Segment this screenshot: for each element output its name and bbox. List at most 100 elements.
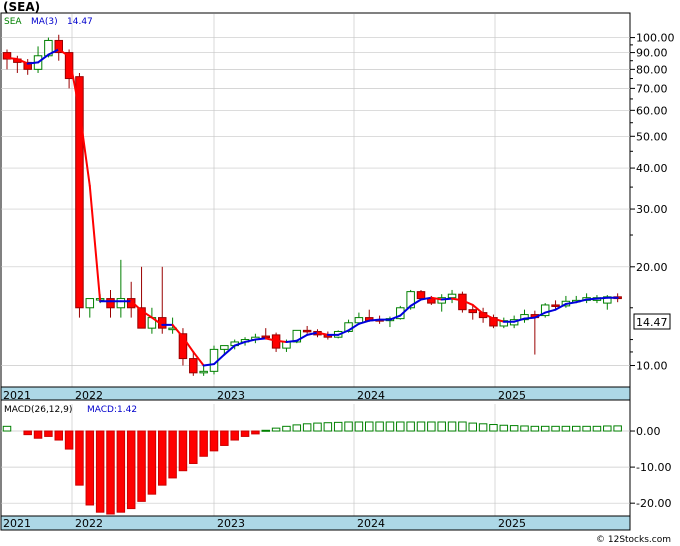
candle-body [468, 309, 477, 314]
macd-bar [158, 430, 167, 486]
macd-bar [178, 430, 188, 472]
candle-body [220, 345, 229, 350]
legend-ma: MA(3) [31, 17, 58, 27]
ma-segment [285, 339, 298, 343]
macd-bar [375, 421, 384, 432]
last-price-label: 14.47 [636, 316, 668, 329]
price-panel: 100.00 90.00 80.00 70.00 60.00 50.00 40.00 30.0… [0, 12, 675, 403]
candle-body [189, 358, 198, 374]
macd-bar [95, 430, 105, 513]
ma-segment [275, 339, 288, 343]
ma-segment [26, 61, 40, 65]
price-tick-label: 40.00 [636, 162, 668, 175]
macd-bar [199, 430, 208, 457]
macd-bar [458, 421, 467, 432]
macd-bar [54, 430, 63, 441]
candle-body [85, 298, 95, 309]
macd-bar [251, 430, 260, 435]
macd-bar [220, 430, 229, 446]
macd-bar [209, 430, 219, 452]
year-label: 2024 [357, 517, 385, 530]
macd-bar [313, 422, 322, 432]
price-tick-label: 50.00 [636, 130, 668, 143]
legend-symbol: SEA [4, 17, 22, 27]
macd-bar [592, 425, 602, 432]
price-tick-label: 30.00 [636, 203, 668, 216]
candle-body [261, 335, 270, 339]
legend-ma-value: 14.47 [67, 17, 93, 27]
macd-bar [344, 421, 353, 432]
macd-bar [603, 425, 612, 432]
macd-bar [509, 425, 519, 432]
ma-segment [595, 296, 609, 300]
macd-bar [365, 421, 374, 432]
year-label: 2021 [3, 517, 31, 530]
macd-panel: 0.00 -10.00 -20.00 2021 2022 2023 2024 2025 MA… [0, 399, 671, 531]
macd-bar [333, 421, 343, 432]
macd-bar [437, 421, 446, 432]
macd-bar [261, 429, 270, 432]
macd-bar [613, 425, 622, 432]
candle-body [302, 329, 312, 333]
macd-tick-label: 0.00 [636, 425, 661, 438]
price-tick-label: 60.00 [636, 104, 668, 117]
ma-segment [440, 297, 454, 301]
macd-bar [147, 430, 157, 495]
macd-bar [75, 430, 84, 486]
macd-bar [189, 430, 198, 464]
macd-bar [447, 421, 457, 432]
macd-bar [416, 421, 426, 432]
macd-bar [323, 422, 333, 432]
price-panel-frame [0, 12, 631, 403]
candle-body [427, 298, 436, 304]
macd-bar [406, 421, 415, 432]
macd-bar [240, 430, 250, 437]
candle-body [199, 370, 208, 374]
ma-segment [585, 297, 598, 301]
year-label: 2025 [498, 517, 526, 530]
macd-bar [168, 430, 177, 479]
candle-body [447, 293, 457, 299]
macd-bar [106, 430, 115, 515]
price-tick-label: 100.00 [636, 32, 675, 45]
year-label: 2022 [75, 517, 103, 530]
macd-panel-frame [0, 399, 631, 531]
macd-bar [230, 430, 239, 441]
macd-bar [302, 423, 312, 432]
macd-bar [499, 424, 509, 432]
macd-bar [271, 427, 281, 432]
ma-segment [202, 363, 215, 367]
credit-label: © 12Stocks.com [596, 535, 671, 545]
price-tick-label: 10.00 [636, 360, 668, 373]
macd-bar [489, 424, 498, 432]
ma-segment [254, 337, 267, 341]
macd-legend-name: MACD(26,12,9) [4, 405, 72, 415]
macd-bar [137, 430, 146, 502]
candle-body [551, 304, 560, 307]
macd-bar [540, 425, 550, 432]
macd-bar [292, 424, 302, 432]
ma-segment [523, 316, 536, 320]
macd-bar [23, 430, 32, 436]
year-label: 2023 [217, 517, 245, 530]
macd-bar [116, 430, 126, 513]
macd-bar [85, 430, 95, 506]
macd-bar [582, 425, 591, 432]
macd-bar [44, 430, 53, 437]
ma-segment [368, 318, 381, 322]
price-tick-label: 20.00 [636, 261, 668, 274]
macd-bar [396, 421, 405, 432]
macd-bar [64, 430, 74, 450]
macd-bar [572, 425, 581, 432]
stock-chart: 100.00 90.00 80.00 70.00 60.00 50.00 40.00 30.0… [0, 12, 675, 545]
macd-bar [478, 423, 488, 432]
macd-bar [530, 425, 540, 432]
macd-y-axis: 0.00 -10.00 -20.00 [630, 425, 671, 510]
macd-tick-label: -20.00 [636, 497, 671, 510]
macd-bar [354, 421, 364, 432]
ma-segment [6, 56, 19, 61]
macd-bar [427, 421, 436, 432]
macd-bar [551, 425, 560, 432]
macd-bar [282, 425, 291, 432]
macd-bar [520, 425, 529, 432]
